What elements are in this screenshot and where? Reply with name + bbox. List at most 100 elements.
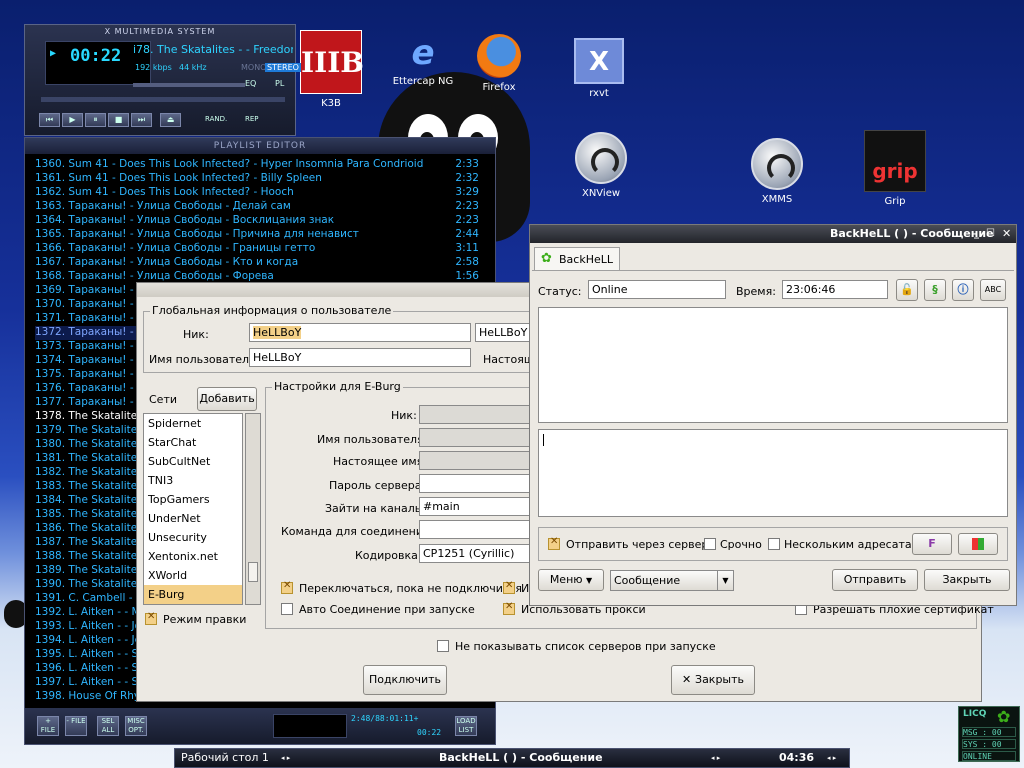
- message-input[interactable]: [538, 429, 1008, 517]
- licq-titlebar[interactable]: BackHeLL ( ) - Сообщение _ ☐ ✕: [530, 225, 1016, 243]
- select-all-button[interactable]: SEL ALL: [97, 716, 119, 736]
- playlist-row-title: 1378. The Skatalites: [35, 410, 143, 422]
- network-list-scrollbar[interactable]: [245, 413, 261, 605]
- connect-button[interactable]: Подключить: [363, 665, 447, 695]
- network-list-item[interactable]: StarChat: [144, 433, 242, 452]
- urgent-checkbox[interactable]: [704, 538, 716, 550]
- playlist-row[interactable]: 1362. Sum 41 - Does This Look Infected? …: [35, 186, 479, 200]
- connect-command-input[interactable]: [419, 520, 533, 539]
- urgent-label: Срочно: [720, 538, 762, 551]
- rep-button[interactable]: REP: [245, 115, 259, 123]
- network-list-item[interactable]: TopGamers: [144, 490, 242, 509]
- multiple-recipients-checkbox[interactable]: [768, 538, 780, 550]
- add-file-button[interactable]: + FILE: [37, 716, 59, 736]
- clock-arrows-icon[interactable]: ◂ ▸: [827, 749, 836, 767]
- username-input[interactable]: HeLLBoY: [249, 348, 471, 367]
- history-icon[interactable]: §: [924, 279, 946, 301]
- remove-file-button[interactable]: - FILE: [65, 716, 87, 736]
- spellcheck-icon[interactable]: ABC: [980, 279, 1006, 301]
- playlist-title: PLAYLIST EDITOR: [25, 138, 495, 154]
- seek-bar[interactable]: [41, 97, 285, 102]
- network-list-item[interactable]: Xentonix.net: [144, 547, 242, 566]
- playlist-row-title: 1360. Sum 41 - Does This Look Infected? …: [35, 158, 424, 170]
- nick-input[interactable]: HeLLBoY: [249, 323, 471, 342]
- nick2-input[interactable]: HeLLBoY: [475, 323, 531, 342]
- desktop-icon-firefox[interactable]: Firefox: [464, 34, 534, 93]
- playlist-row[interactable]: 1367. Тараканы! - Улица Свободы - Кто и …: [35, 256, 479, 270]
- licq-flower-icon[interactable]: ✿: [997, 707, 1010, 726]
- playlist-row[interactable]: 1366. Тараканы! - Улица Свободы - Границ…: [35, 242, 479, 256]
- close-settings-button[interactable]: ✕ Закрыть: [671, 665, 755, 695]
- dropdown-arrow-icon[interactable]: ▼: [717, 571, 733, 590]
- pause-button[interactable]: ⏸: [85, 113, 106, 127]
- use-proxy-checkbox[interactable]: [503, 601, 515, 615]
- playlist-row[interactable]: 1365. Тараканы! - Улица Свободы - Причин…: [35, 228, 479, 242]
- playlist-row[interactable]: 1360. Sum 41 - Does This Look Infected? …: [35, 158, 479, 172]
- edit-mode-checkbox[interactable]: [145, 611, 157, 625]
- playlist-row-title: 1383. The Skatalites: [35, 480, 143, 492]
- add-network-button[interactable]: Добавить: [197, 387, 257, 411]
- net-user-input[interactable]: [419, 428, 533, 447]
- net-nick-input[interactable]: [419, 405, 533, 424]
- playlist-row[interactable]: 1361. Sum 41 - Does This Look Infected? …: [35, 172, 479, 186]
- send-button[interactable]: Отправить: [832, 569, 918, 591]
- playlist-row-title: 1373. Тараканы! - У: [35, 340, 144, 352]
- network-list-item[interactable]: Unsecurity: [144, 528, 242, 547]
- stop-button[interactable]: ■: [108, 113, 129, 127]
- background-color-icon[interactable]: [958, 533, 998, 555]
- close-message-button[interactable]: Закрыть: [924, 569, 1010, 591]
- desktop-icon-xnview[interactable]: XNView: [566, 132, 636, 199]
- message-type-select[interactable]: Сообщение ▼: [610, 570, 734, 591]
- network-list-item[interactable]: XWorld: [144, 566, 242, 585]
- network-list-item[interactable]: UnderNet: [144, 509, 242, 528]
- maximize-icon[interactable]: ☐: [986, 225, 995, 243]
- pl-toggle[interactable]: PL: [275, 79, 284, 88]
- font-color-icon[interactable]: F: [912, 533, 952, 555]
- hide-server-list-checkbox[interactable]: [437, 640, 449, 652]
- network-list-item[interactable]: E-Burg: [144, 585, 242, 604]
- rand-button[interactable]: RAND.: [205, 115, 227, 123]
- encoding-select[interactable]: CP1251 (Cyrillic): [419, 544, 533, 563]
- scrollbar-thumb[interactable]: [248, 562, 258, 582]
- join-channels-input[interactable]: #main: [419, 497, 533, 516]
- desktop-icon-ettercap[interactable]: e Ettercap NG: [388, 34, 458, 87]
- playlist-row[interactable]: 1364. Тараканы! - Улица Свободы - Воскли…: [35, 214, 479, 228]
- user-info-icon[interactable]: ⓘ: [952, 279, 974, 301]
- eq-toggle[interactable]: EQ: [245, 79, 256, 88]
- play-button[interactable]: ▶: [62, 113, 83, 127]
- cycle2-checkbox[interactable]: [503, 580, 515, 594]
- desktop-icon-grip[interactable]: grip Grip: [860, 130, 930, 207]
- eject-button[interactable]: ⏏: [160, 113, 181, 127]
- ettercap-icon: e: [411, 33, 435, 73]
- playlist-row[interactable]: 1363. Тараканы! - Улица Свободы - Делай …: [35, 200, 479, 214]
- desktop-icon-xmms[interactable]: XMMS: [742, 138, 812, 205]
- taskbar-window-button[interactable]: BackHeLL ( ) - Сообщение: [439, 749, 603, 767]
- load-list-button[interactable]: LOAD LIST: [455, 716, 477, 736]
- minimize-icon[interactable]: _: [974, 225, 979, 243]
- desktop-icon-rxvt[interactable]: X rxvt: [564, 38, 634, 99]
- message-history-view[interactable]: [538, 307, 1008, 423]
- send-via-server-checkbox[interactable]: [548, 536, 560, 550]
- auto-connect-checkbox[interactable]: [281, 603, 293, 615]
- volume-slider[interactable]: [133, 83, 245, 87]
- menu-button[interactable]: Меню ▼: [538, 569, 604, 591]
- secure-lock-icon[interactable]: 🔓: [896, 279, 918, 301]
- cycle-checkbox[interactable]: [281, 580, 293, 594]
- network-list[interactable]: Spidernet StarChat SubCultNet TNI3 TopGamers…: [143, 413, 243, 605]
- network-list-item[interactable]: TNI3: [144, 471, 242, 490]
- network-list-item[interactable]: Spidernet: [144, 414, 242, 433]
- window-arrows-icon[interactable]: ◂ ▸: [711, 749, 720, 767]
- misc-options-button[interactable]: MISC OPT.: [125, 716, 147, 736]
- close-window-icon[interactable]: ✕: [1002, 225, 1011, 243]
- prev-button[interactable]: ⏮: [39, 113, 60, 127]
- net-real-input[interactable]: [419, 451, 533, 470]
- tab-backhell[interactable]: ✿ BackHeLL: [534, 247, 620, 271]
- network-list-item[interactable]: SubCultNet: [144, 452, 242, 471]
- desktop-switcher[interactable]: Рабочий стол 1: [181, 749, 269, 767]
- join-channels-label: Зайти на каналы:: [325, 502, 428, 515]
- server-password-input[interactable]: [419, 474, 533, 493]
- desktop-icon-k3b[interactable]: IIIB K3B: [296, 30, 366, 109]
- next-button[interactable]: ⏭: [131, 113, 152, 127]
- desktop-arrows-icon[interactable]: ◂ ▸: [281, 749, 290, 767]
- connect-command-label: Команда для соединения:: [281, 525, 434, 538]
